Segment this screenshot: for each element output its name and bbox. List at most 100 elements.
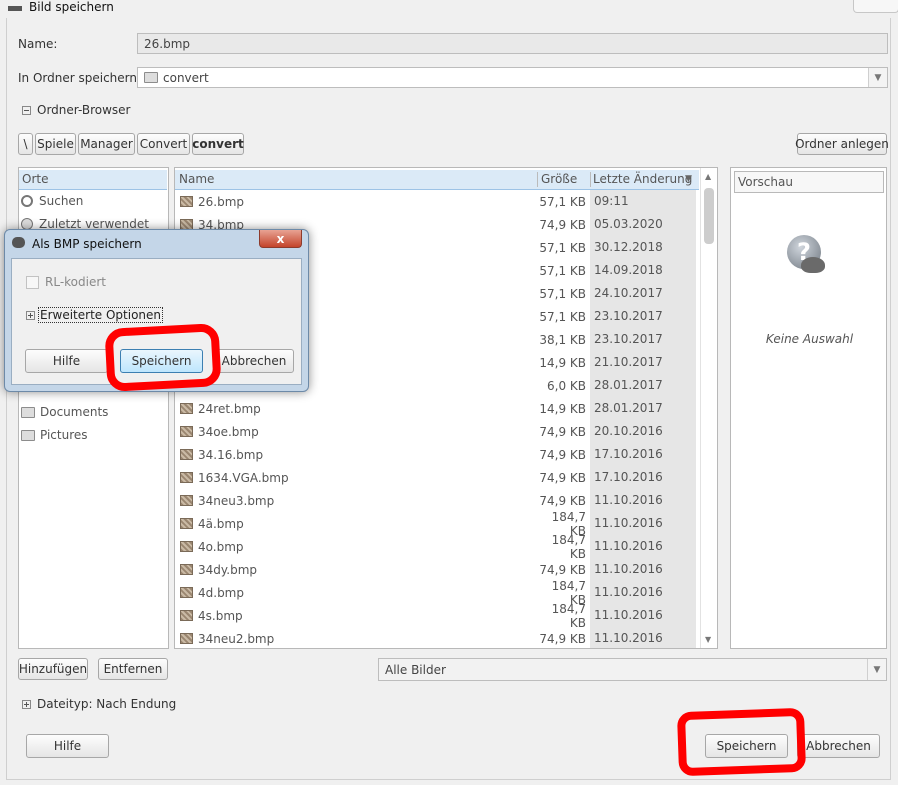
file-size-cell: 74,9 KB <box>539 447 586 462</box>
file-name-cell: 4d.bmp <box>175 586 537 600</box>
file-name: 34dy.bmp <box>198 562 258 577</box>
add-place-button[interactable]: Hinzufügen <box>18 658 88 680</box>
file-name-cell: 34neu2.bmp <box>175 632 537 646</box>
folder-icon <box>21 406 35 418</box>
places-header[interactable]: Orte <box>19 170 167 190</box>
file-name: 34oe.bmp <box>198 424 259 439</box>
advanced-options-label: Erweiterte Optionen <box>38 307 164 323</box>
title-bar: Bild speichern <box>0 0 898 18</box>
remove-place-button[interactable]: Entfernen <box>98 658 168 680</box>
bmp-help-button[interactable]: Hilfe <box>25 349 108 373</box>
file-list-scrollbar[interactable]: ▲ ▼ <box>700 168 717 648</box>
table-row[interactable]: 1634.VGA.bmp 74,9 KB 17.10.2016 <box>175 466 699 489</box>
folder-browser-toggle[interactable]: Ordner-Browser <box>22 103 130 117</box>
file-date-cell: 14.09.2018 <box>590 259 696 282</box>
file-list-header: Name Größe Letzte Änderung ▼ <box>175 170 699 190</box>
table-row[interactable]: 4s.bmp 184,7 KB 11.10.2016 <box>175 602 699 630</box>
table-row[interactable]: 4d.bmp 184,7 KB 11.10.2016 <box>175 579 699 607</box>
file-name-cell: 26.bmp <box>175 195 537 209</box>
file-name: 4d.bmp <box>198 585 244 600</box>
question-icon: ? <box>783 233 829 283</box>
path-button-root[interactable]: \ <box>18 133 33 155</box>
table-row[interactable]: 4o.bmp 184,7 KB 11.10.2016 <box>175 533 699 561</box>
table-row[interactable]: 4ä.bmp 184,7 KB 11.10.2016 <box>175 510 699 538</box>
file-name: 34neu3.bmp <box>198 493 275 508</box>
image-file-icon <box>180 218 193 230</box>
table-row[interactable]: 34.16.bmp 74,9 KB 17.10.2016 <box>175 443 699 466</box>
file-date-cell: 05.03.2020 <box>590 213 696 236</box>
preview-empty-text: Keine Auswahl <box>765 332 854 346</box>
path-button-convert[interactable]: Convert <box>137 133 190 155</box>
table-row[interactable]: 26.bmp 57,1 KB 09:11 <box>175 190 699 213</box>
column-name[interactable]: Name <box>179 172 214 186</box>
file-name-cell: 34neu3.bmp <box>175 494 537 508</box>
scroll-up-icon[interactable]: ▲ <box>705 172 711 181</box>
file-size-cell: 38,1 KB <box>539 332 586 347</box>
file-date-cell: 24.10.2017 <box>590 282 696 305</box>
create-folder-button[interactable]: Ordner anlegen <box>795 133 889 155</box>
image-file-icon <box>180 632 193 644</box>
path-button-spiele[interactable]: Spiele <box>35 133 76 155</box>
file-date-cell: 11.10.2016 <box>590 535 696 558</box>
file-size-cell: 74,9 KB <box>539 562 586 577</box>
table-row[interactable]: 34neu2.bmp 74,9 KB 11.10.2016 <box>175 627 699 648</box>
table-row[interactable]: 34dy.bmp 74,9 KB 11.10.2016 <box>175 558 699 581</box>
image-file-icon <box>180 609 193 621</box>
column-modified[interactable]: Letzte Änderung <box>593 172 692 186</box>
file-size-cell: 74,9 KB <box>539 470 586 485</box>
file-name: 4ä.bmp <box>198 516 244 531</box>
window-close-button[interactable] <box>853 0 898 13</box>
file-filter-combo[interactable]: Alle Bilder ▼ <box>378 658 887 681</box>
image-file-icon <box>180 540 193 552</box>
rle-label: RL-kodiert <box>45 275 106 289</box>
file-date-cell: 23.10.2017 <box>590 305 696 328</box>
table-row[interactable]: 34oe.bmp 74,9 KB 20.10.2016 <box>175 420 699 443</box>
image-file-icon <box>180 494 193 506</box>
rle-option[interactable]: RL-kodiert <box>26 275 106 289</box>
table-row[interactable]: 34neu3.bmp 74,9 KB 11.10.2016 <box>175 489 699 512</box>
table-row[interactable]: 24ret.bmp 14,9 KB 28.01.2017 <box>175 397 699 420</box>
rle-checkbox[interactable] <box>26 275 39 289</box>
folder-icon <box>144 72 158 83</box>
image-file-icon <box>180 402 193 414</box>
file-name-cell: 4o.bmp <box>175 540 537 554</box>
file-size-cell: 57,1 KB <box>539 263 586 278</box>
window-title: Bild speichern <box>29 0 114 14</box>
bmp-dialog-close-button[interactable]: x <box>259 230 302 248</box>
file-date-cell: 11.10.2016 <box>590 581 696 604</box>
path-button-convert-current[interactable]: convert <box>192 133 244 155</box>
name-value: 26.bmp <box>144 36 191 51</box>
folder-icon <box>21 429 35 441</box>
chevron-down-icon[interactable]: ▼ <box>868 68 887 87</box>
column-size[interactable]: Größe <box>541 172 577 186</box>
help-button[interactable]: Hilfe <box>26 734 109 758</box>
file-date-cell: 28.01.2017 <box>590 397 696 420</box>
bmp-cancel-button[interactable]: Abbrechen <box>214 349 294 373</box>
places-item-pictures[interactable]: Pictures <box>21 424 88 446</box>
highlight-mark-save <box>676 707 807 777</box>
places-item-documents[interactable]: Documents <box>21 401 108 423</box>
column-divider <box>537 172 538 187</box>
file-date-cell: 11.10.2016 <box>590 512 696 535</box>
places-item-search[interactable]: Suchen <box>21 190 83 212</box>
chevron-down-icon[interactable]: ▼ <box>867 659 886 680</box>
file-date-cell: 28.01.2017 <box>590 374 696 397</box>
image-file-icon <box>180 471 193 483</box>
file-date-cell: 11.10.2016 <box>590 604 696 627</box>
cancel-button[interactable]: Abbrechen <box>797 734 880 758</box>
scroll-down-icon[interactable]: ▼ <box>705 635 711 644</box>
advanced-options-toggle[interactable]: Erweiterte Optionen <box>26 307 164 323</box>
expand-icon <box>22 699 31 709</box>
scrollbar-thumb[interactable] <box>704 188 714 244</box>
file-size-cell: 14,9 KB <box>539 401 586 416</box>
gimp-icon <box>12 237 25 248</box>
path-button-manager[interactable]: Manager <box>78 133 135 155</box>
file-name-cell: 24ret.bmp <box>175 402 537 416</box>
name-field[interactable]: 26.bmp <box>137 33 888 54</box>
filetype-toggle[interactable]: Dateityp: Nach Endung <box>22 697 176 711</box>
folder-combo[interactable]: convert ▼ <box>137 67 888 88</box>
file-date-cell: 09:11 <box>590 190 696 213</box>
file-name: 24ret.bmp <box>198 401 261 416</box>
folder-label: In Ordner speichern: <box>18 71 142 85</box>
preview-header[interactable]: Vorschau <box>734 171 884 193</box>
